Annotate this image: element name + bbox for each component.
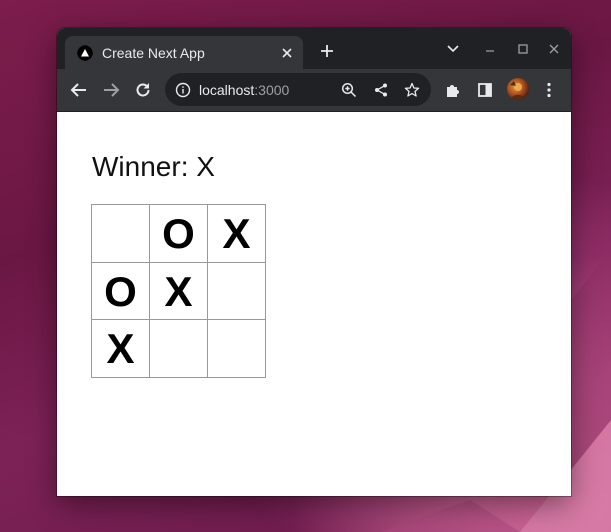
reload-icon[interactable] (131, 78, 155, 102)
zoom-icon[interactable] (339, 80, 359, 100)
board-square[interactable] (149, 319, 208, 378)
page-content: Winner: X O X O X X (57, 112, 571, 496)
board-square[interactable]: X (91, 319, 150, 378)
profile-avatar[interactable] (507, 78, 529, 100)
board-square[interactable]: O (91, 262, 150, 321)
browser-tab[interactable]: Create Next App (65, 36, 303, 69)
tab-title: Create Next App (102, 44, 205, 61)
forward-arrow-icon[interactable] (99, 78, 123, 102)
board-square[interactable]: X (149, 262, 208, 321)
close-window-icon[interactable] (542, 37, 566, 61)
minimize-icon[interactable] (478, 37, 502, 61)
more-menu-icon[interactable] (537, 78, 561, 102)
game-board: O X O X X (91, 204, 266, 378)
board-square[interactable] (207, 319, 266, 378)
extensions-puzzle-icon[interactable] (441, 78, 465, 102)
back-arrow-icon[interactable] (67, 78, 91, 102)
site-info-icon[interactable] (174, 81, 192, 99)
board-square[interactable]: O (149, 204, 208, 263)
nextjs-triangle-icon (77, 44, 93, 61)
side-panel-icon[interactable] (473, 78, 497, 102)
browser-window: Create Next App localhost:3000 Winner: X… (57, 28, 571, 496)
tab-strip: Create Next App (57, 28, 571, 69)
url-host: localhost (199, 82, 255, 98)
share-icon[interactable] (371, 80, 391, 100)
board-square[interactable] (207, 262, 266, 321)
maximize-icon[interactable] (511, 37, 535, 61)
address-bar[interactable]: localhost:3000 (165, 73, 431, 106)
tab-search-chevron-icon[interactable] (441, 37, 465, 61)
bookmark-star-icon[interactable] (402, 80, 422, 100)
close-tab-icon[interactable] (277, 43, 297, 63)
browser-toolbar: localhost:3000 (57, 69, 571, 112)
new-tab-icon[interactable] (315, 39, 339, 63)
board-square[interactable] (91, 204, 150, 263)
board-square[interactable]: X (207, 204, 266, 263)
url-text[interactable]: localhost:3000 (199, 81, 289, 99)
game-status: Winner: X (92, 151, 215, 182)
url-port: :3000 (254, 82, 290, 98)
